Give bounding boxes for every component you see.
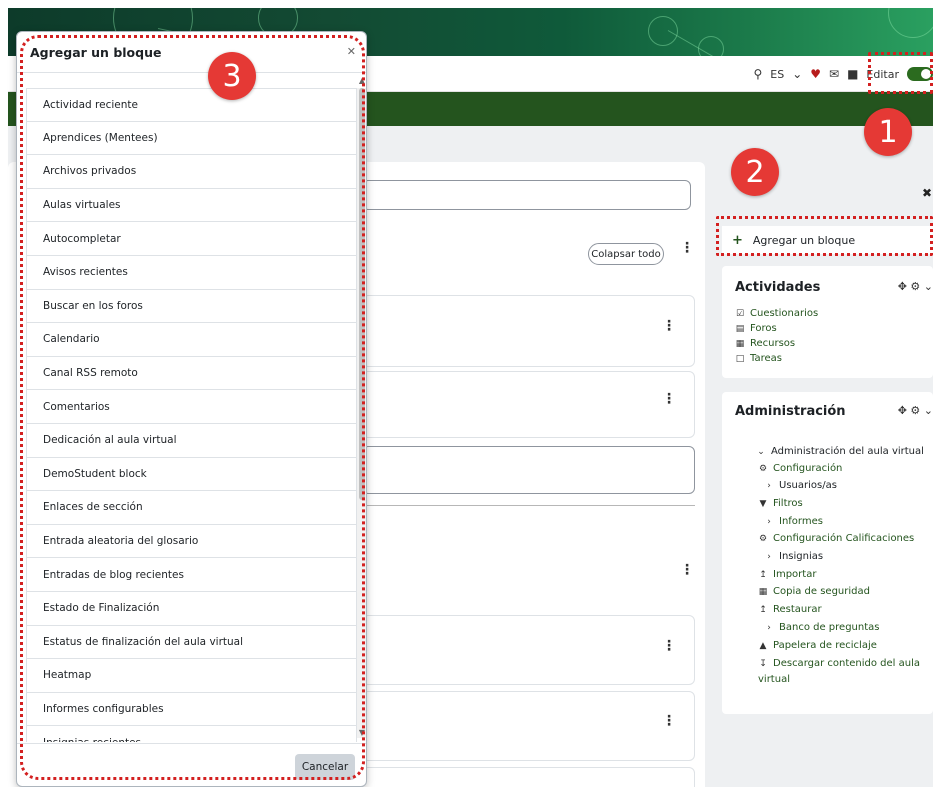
download-icon: ↧ bbox=[759, 658, 767, 669]
admin-tree-item[interactable]: ⌄ Administración del aula virtual bbox=[756, 446, 924, 457]
gear-icon: ⚙ bbox=[758, 463, 768, 474]
forum-icon: ▤ bbox=[735, 323, 745, 334]
page-margin bbox=[0, 0, 8, 787]
admin-tree-item-cont[interactable]: virtual bbox=[758, 674, 790, 685]
admin-tree-item[interactable]: ⚙ Configuración bbox=[758, 463, 842, 474]
administration-block: Administración ✥ ⚙ ⌄ ⌄ Administración del… bbox=[722, 392, 933, 714]
admin-tree-item[interactable]: › Banco de preguntas bbox=[764, 622, 879, 633]
section-card bbox=[362, 446, 695, 494]
section-card bbox=[362, 371, 695, 438]
admin-tree-item[interactable]: ⚙ Configuración Calificaciones bbox=[758, 533, 914, 544]
notifications-icon[interactable]: ♥ bbox=[810, 67, 821, 81]
activity-link[interactable]: ▤ Foros bbox=[735, 323, 777, 334]
section-card bbox=[362, 615, 695, 685]
search-icon[interactable]: ⚲ bbox=[753, 67, 762, 81]
filter-icon: ▼ bbox=[759, 498, 767, 509]
section-card bbox=[362, 691, 695, 761]
annotation-badge-1: 1 bbox=[864, 108, 912, 156]
language-menu[interactable]: ES bbox=[770, 68, 784, 81]
chevron-down-icon[interactable]: ⌄ bbox=[792, 67, 802, 81]
assignment-icon: □ bbox=[735, 353, 745, 364]
admin-tree-item[interactable]: › Usuarios/as bbox=[764, 480, 837, 491]
admin-tree-item[interactable]: ↥ Restaurar bbox=[758, 604, 821, 615]
close-drawer-icon[interactable]: ✖ bbox=[922, 186, 932, 200]
chevron-right-icon: › bbox=[767, 551, 771, 562]
activity-link[interactable]: ☑ Cuestionarios bbox=[735, 308, 818, 319]
section-menu-icon[interactable]: ⋮ bbox=[662, 638, 676, 654]
import-icon: ↥ bbox=[759, 569, 767, 580]
admin-tree-item[interactable]: ▦ Copia de seguridad bbox=[758, 586, 870, 597]
section-menu-icon[interactable]: ⋮ bbox=[662, 713, 676, 729]
annotation-box-3 bbox=[20, 35, 365, 780]
course-search-input[interactable] bbox=[362, 180, 691, 210]
course-menu-icon[interactable]: ⋮ bbox=[680, 240, 694, 256]
section-menu-icon[interactable]: ⋮ bbox=[662, 318, 676, 334]
chevron-right-icon: › bbox=[767, 480, 771, 491]
backup-icon: ▦ bbox=[758, 586, 768, 597]
block-title: Actividades bbox=[735, 280, 821, 295]
activity-link[interactable]: □ Tareas bbox=[735, 353, 782, 364]
admin-tree-item[interactable]: ▲ Papelera de reciclaje bbox=[758, 640, 877, 651]
annotation-badge-2: 2 bbox=[731, 148, 779, 196]
section-card bbox=[362, 295, 695, 367]
collapse-all-button[interactable]: Colapsar todo bbox=[588, 243, 664, 265]
admin-tree-item[interactable]: ▼ Filtros bbox=[758, 498, 803, 509]
annotation-box-2 bbox=[716, 216, 933, 256]
admin-tree-item[interactable]: › Informes bbox=[764, 516, 823, 527]
gear-icon: ⚙ bbox=[758, 533, 768, 544]
avatar[interactable]: ■ bbox=[847, 67, 858, 81]
annotation-box-1 bbox=[868, 52, 933, 94]
section-menu-icon[interactable]: ⋮ bbox=[680, 562, 694, 578]
activity-link[interactable]: ▦ Recursos bbox=[735, 338, 795, 349]
chevron-right-icon: › bbox=[767, 516, 771, 527]
quiz-icon: ☑ bbox=[735, 308, 745, 319]
admin-tree-item[interactable]: ↧ Descargar contenido del aula bbox=[758, 658, 920, 669]
annotation-badge-3: 3 bbox=[208, 52, 256, 100]
section-menu-icon[interactable]: ⋮ bbox=[662, 391, 676, 407]
block-controls-icon[interactable]: ✥ ⚙ ⌄ bbox=[898, 280, 933, 293]
section-card bbox=[362, 767, 695, 787]
admin-tree-item[interactable]: ↥ Importar bbox=[758, 569, 816, 580]
trash-icon: ▲ bbox=[759, 640, 767, 651]
chevron-right-icon: › bbox=[767, 622, 771, 633]
section-divider bbox=[362, 505, 695, 506]
activities-block: Actividades ✥ ⚙ ⌄ ☑ Cuestionarios ▤ Foros … bbox=[722, 266, 933, 378]
admin-tree-item[interactable]: › Insignias bbox=[764, 551, 823, 562]
chevron-down-icon: ⌄ bbox=[757, 446, 765, 457]
block-controls-icon[interactable]: ✥ ⚙ ⌄ bbox=[898, 404, 933, 417]
block-title: Administración bbox=[735, 404, 846, 419]
resource-icon: ▦ bbox=[735, 338, 745, 349]
restore-icon: ↥ bbox=[759, 604, 767, 615]
messages-icon[interactable]: ✉ bbox=[829, 67, 839, 81]
